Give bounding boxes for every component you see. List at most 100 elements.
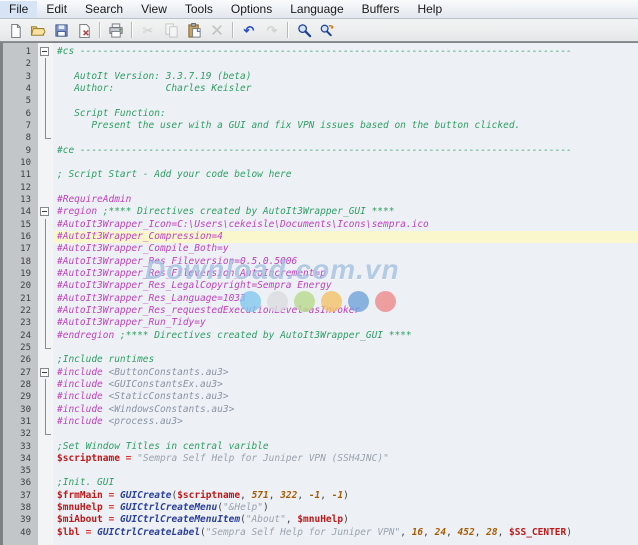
- line-number[interactable]: 21: [3, 293, 38, 305]
- line-number[interactable]: 11: [3, 169, 38, 181]
- paste-button[interactable]: [183, 20, 205, 41]
- line-number[interactable]: 39: [3, 514, 38, 526]
- code-text[interactable]: ;Include runtimes: [53, 354, 638, 366]
- code-text[interactable]: #AutoIt3Wrapper_Res_LegalCopyright=Sempr…: [53, 280, 638, 292]
- line-number[interactable]: 29: [3, 391, 38, 403]
- line-number[interactable]: 1: [3, 46, 38, 58]
- fold-collapse-icon[interactable]: [40, 47, 49, 56]
- code-editor[interactable]: 1 #cs -----------------------------------…: [0, 42, 638, 545]
- code-text[interactable]: #endregion ;**** Directives created by A…: [53, 330, 638, 342]
- menu-tools[interactable]: Tools: [176, 1, 222, 18]
- code-text[interactable]: ;Init. GUI: [53, 477, 638, 489]
- code-text[interactable]: Script Function:: [53, 108, 638, 120]
- line-number[interactable]: 8: [3, 132, 38, 144]
- code-text[interactable]: #region ;**** Directives created by Auto…: [53, 206, 638, 218]
- line-number[interactable]: 32: [3, 428, 38, 440]
- code-text[interactable]: $scriptname = "Sempra Self Help for Juni…: [53, 453, 638, 465]
- code-text[interactable]: [53, 95, 638, 107]
- undo-button[interactable]: ↶: [238, 20, 260, 41]
- code-text[interactable]: #AutoIt3Wrapper_Res_Language=1033: [53, 293, 638, 305]
- code-text[interactable]: $miAbout = GUICtrlCreateMenuItem("About"…: [53, 514, 638, 526]
- code-text[interactable]: #AutoIt3Wrapper_Res_Fileversion=0.5.0.50…: [53, 256, 638, 268]
- code-text[interactable]: #AutoIt3Wrapper_Run_Tidy=y: [53, 317, 638, 329]
- line-number[interactable]: 10: [3, 157, 38, 169]
- code-text[interactable]: #ce ------------------------------------…: [53, 145, 638, 157]
- line-number[interactable]: 28: [3, 379, 38, 391]
- line-number[interactable]: 33: [3, 441, 38, 453]
- code-text[interactable]: ; Script Start - Add your code below her…: [53, 169, 638, 181]
- line-number[interactable]: 15: [3, 219, 38, 231]
- line-number[interactable]: 38: [3, 502, 38, 514]
- line-number[interactable]: 14: [3, 206, 38, 218]
- code-text[interactable]: #include <process.au3>: [53, 416, 638, 428]
- new-file-button[interactable]: [4, 20, 26, 41]
- line-number[interactable]: 2: [3, 58, 38, 70]
- code-text[interactable]: #AutoIt3Wrapper_Icon=C:\Users\cekeisle\D…: [53, 219, 638, 231]
- code-text[interactable]: [53, 58, 638, 70]
- menu-language[interactable]: Language: [281, 1, 352, 18]
- code-text[interactable]: [53, 465, 638, 477]
- code-text[interactable]: [53, 157, 638, 169]
- line-number[interactable]: 25: [3, 342, 38, 354]
- code-text[interactable]: #include <ButtonConstants.au3>: [53, 367, 638, 379]
- replace-button[interactable]: [316, 20, 338, 41]
- line-number[interactable]: 24: [3, 330, 38, 342]
- fold-toggle[interactable]: [38, 206, 53, 218]
- line-number[interactable]: 30: [3, 404, 38, 416]
- fold-collapse-icon[interactable]: [40, 207, 49, 216]
- code-text[interactable]: [53, 428, 638, 440]
- code-area[interactable]: 1 #cs -----------------------------------…: [3, 46, 638, 539]
- line-number[interactable]: 4: [3, 83, 38, 95]
- delete-button[interactable]: [206, 20, 228, 41]
- code-text[interactable]: #include <GUIConstantsEx.au3>: [53, 379, 638, 391]
- line-number[interactable]: 6: [3, 108, 38, 120]
- code-text[interactable]: $frmMain = GUICreate($scriptname, 571, 3…: [53, 490, 638, 502]
- code-text[interactable]: #AutoIt3Wrapper_Compile_Both=y: [53, 243, 638, 255]
- code-text[interactable]: #AutoIt3Wrapper_Res_requestedExecutionLe…: [53, 305, 638, 317]
- fold-collapse-icon[interactable]: [40, 368, 49, 377]
- line-number[interactable]: 37: [3, 490, 38, 502]
- save-button[interactable]: [50, 20, 72, 41]
- line-number[interactable]: 27: [3, 367, 38, 379]
- line-number[interactable]: 16: [3, 231, 38, 243]
- menu-help[interactable]: Help: [408, 1, 451, 18]
- code-text[interactable]: ;Set Window Titles in central varible: [53, 441, 638, 453]
- code-text[interactable]: #RequireAdmin: [53, 194, 638, 206]
- line-number[interactable]: 34: [3, 453, 38, 465]
- code-text[interactable]: Author: Charles Keisler: [53, 83, 638, 95]
- menu-edit[interactable]: Edit: [37, 1, 76, 18]
- line-number[interactable]: 7: [3, 120, 38, 132]
- menu-options[interactable]: Options: [222, 1, 281, 18]
- fold-toggle[interactable]: [38, 46, 53, 58]
- copy-button[interactable]: [160, 20, 182, 41]
- code-text[interactable]: #cs ------------------------------------…: [53, 46, 638, 58]
- code-text[interactable]: #include <StaticConstants.au3>: [53, 391, 638, 403]
- line-number[interactable]: 19: [3, 268, 38, 280]
- redo-button[interactable]: ↷: [261, 20, 283, 41]
- code-text[interactable]: [53, 132, 638, 144]
- open-file-button[interactable]: [27, 20, 49, 41]
- code-text[interactable]: $lbl = GUICtrlCreateLabel("Sempra Self H…: [53, 527, 638, 539]
- line-number[interactable]: 9: [3, 145, 38, 157]
- menu-view[interactable]: View: [132, 1, 176, 18]
- line-number[interactable]: 3: [3, 71, 38, 83]
- cut-button[interactable]: ✂: [137, 20, 159, 41]
- line-number[interactable]: 35: [3, 465, 38, 477]
- line-number[interactable]: 20: [3, 280, 38, 292]
- line-number[interactable]: 5: [3, 95, 38, 107]
- code-text[interactable]: $mnuHelp = GUICtrlCreateMenu("&Help"): [53, 502, 638, 514]
- close-file-button[interactable]: [73, 20, 95, 41]
- code-text[interactable]: [53, 342, 638, 354]
- menu-file[interactable]: File: [0, 1, 37, 18]
- line-number[interactable]: 12: [3, 182, 38, 194]
- line-number[interactable]: 31: [3, 416, 38, 428]
- line-number[interactable]: 22: [3, 305, 38, 317]
- print-button[interactable]: [105, 20, 127, 41]
- code-text[interactable]: Present the user with a GUI and fix VPN …: [53, 120, 638, 132]
- line-number[interactable]: 36: [3, 477, 38, 489]
- fold-toggle[interactable]: [38, 367, 53, 379]
- line-number[interactable]: 18: [3, 256, 38, 268]
- menu-buffers[interactable]: Buffers: [353, 1, 409, 18]
- code-text[interactable]: #AutoIt3Wrapper_Res_Fileversion_AutoIncr…: [53, 268, 638, 280]
- line-number[interactable]: 13: [3, 194, 38, 206]
